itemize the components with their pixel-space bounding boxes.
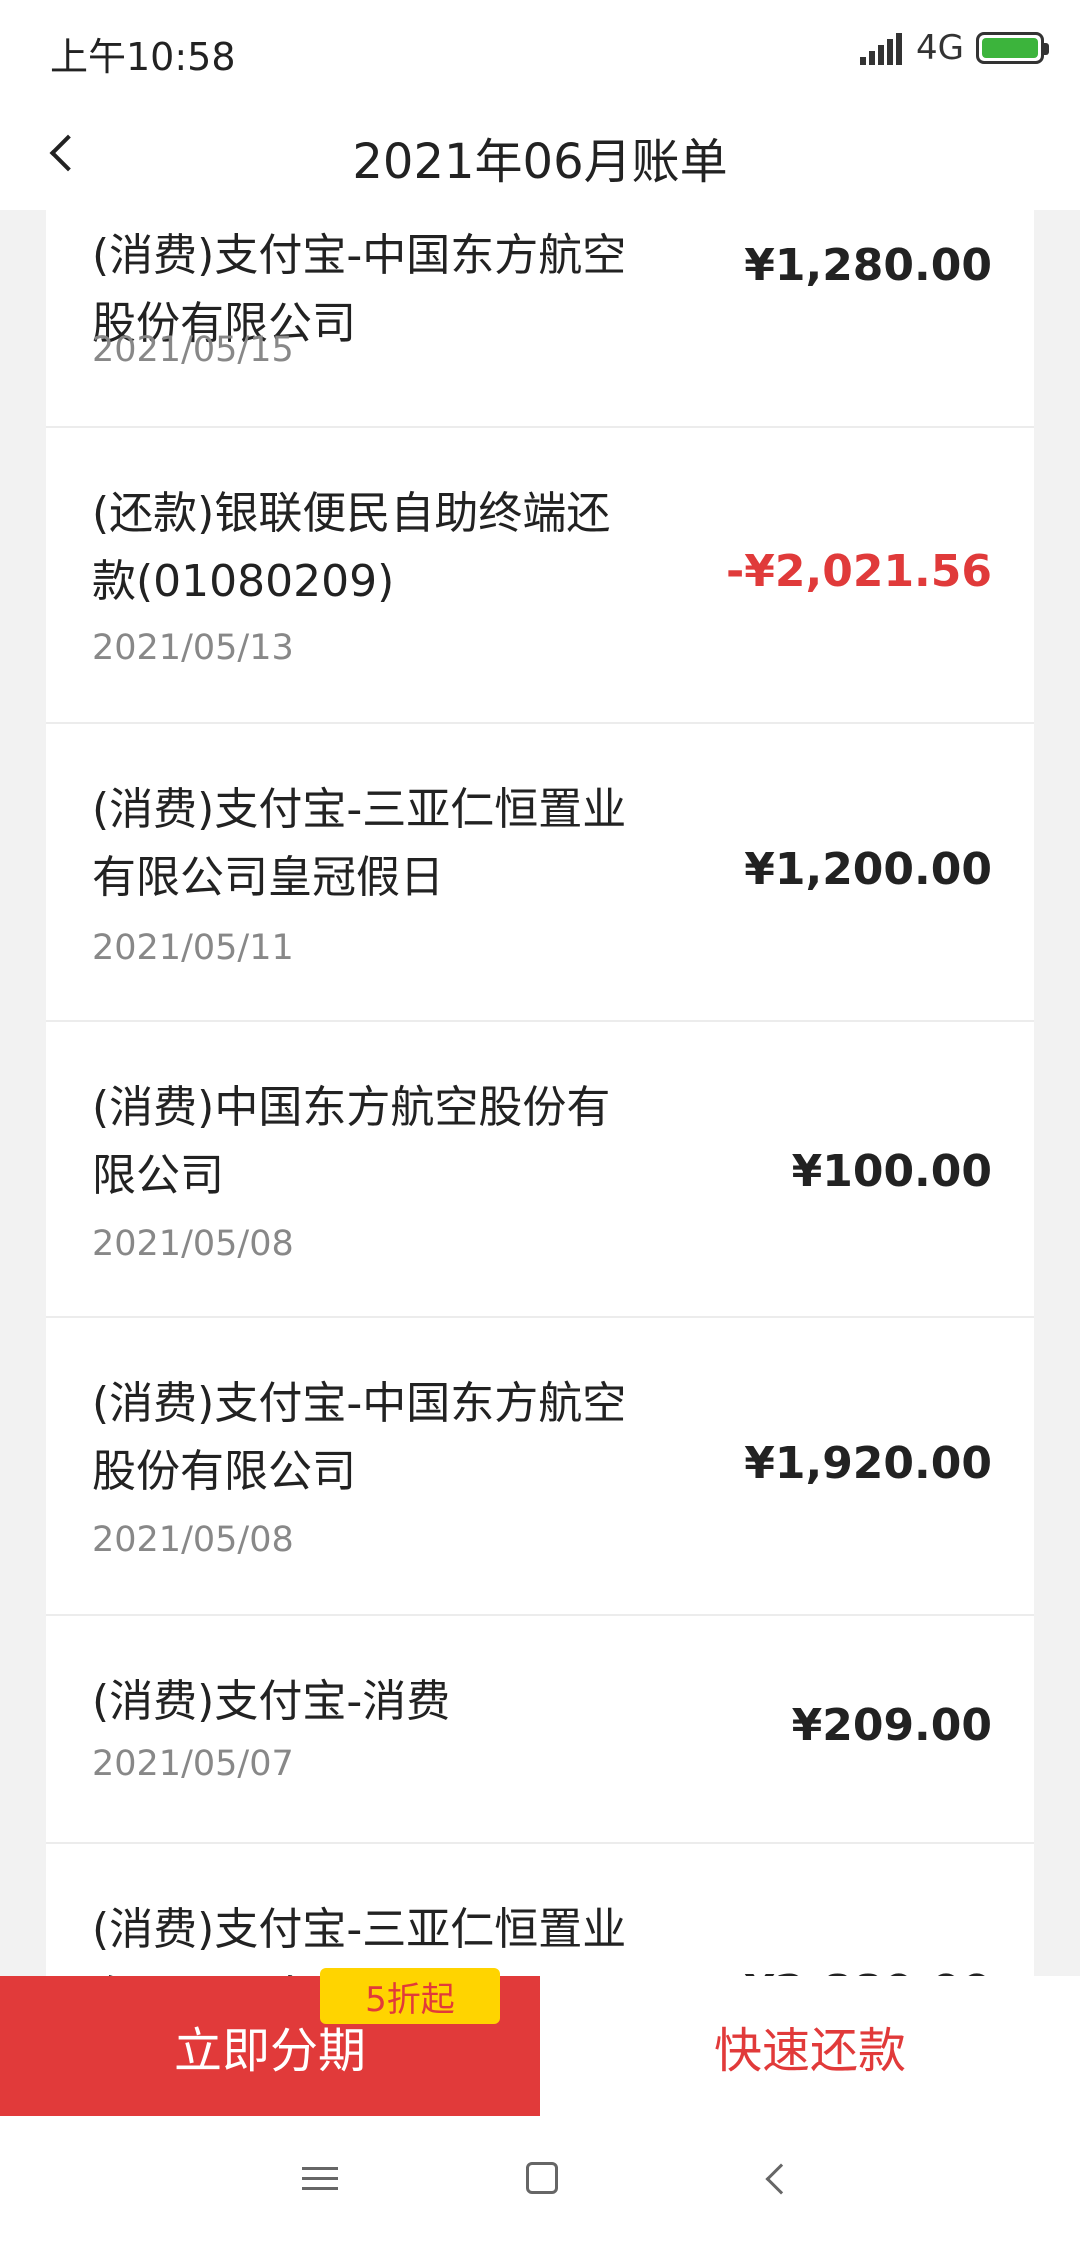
- bill-list-inner: (消费)支付宝-中国东方航空股份有限公司 2021/05/15 ¥1,280.00 (…: [46, 210, 1034, 1976]
- discount-badge: 5折起: [320, 1968, 500, 2024]
- bill-row[interactable]: (消费)支付宝-三亚仁恒置业有限公司皇冠假日 ¥2,880.00: [46, 1844, 1034, 1976]
- bill-date: 2021/05/08: [92, 1224, 294, 1264]
- bill-row[interactable]: (消费)支付宝-中国东方航空股份有限公司 2021/05/15 ¥1,280.00: [46, 210, 1034, 428]
- page-header: 2021年06月账单: [0, 96, 1080, 210]
- bill-description: (消费)支付宝-消费: [92, 1676, 451, 1727]
- action-bar: 立即分期 5折起 快速还款: [0, 1968, 1080, 2116]
- bill-amount: ¥209.00: [791, 1700, 992, 1751]
- bill-amount: ¥100.00: [791, 1146, 992, 1197]
- bill-date: 2021/05/07: [92, 1744, 294, 1784]
- bill-description: (消费)中国东方航空股份有限公司: [92, 1082, 611, 1201]
- bill-description: (消费)支付宝-三亚仁恒置业有限公司皇冠假日: [92, 1904, 627, 1976]
- bill-amount: -¥2,021.56: [726, 546, 992, 597]
- bill-description: (消费)支付宝-中国东方航空股份有限公司: [92, 1378, 627, 1497]
- bill-row[interactable]: (消费)支付宝-三亚仁恒置业有限公司皇冠假日 2021/05/11 ¥1,200.0…: [46, 724, 1034, 1022]
- bill-date: 2021/05/13: [92, 628, 294, 668]
- status-icons: 4G: [860, 26, 1049, 70]
- page-title: 2021年06月账单: [352, 134, 728, 190]
- bill-row[interactable]: (消费)支付宝-消费 2021/05/07 ¥209.00: [46, 1616, 1034, 1844]
- quick-repay-label: 快速还款: [713, 2023, 906, 2079]
- quick-repay-button[interactable]: 快速还款: [540, 1976, 1080, 2116]
- signal-icon: [860, 31, 904, 65]
- menu-icon[interactable]: [300, 2160, 340, 2200]
- bill-row[interactable]: (消费)中国东方航空股份有限公司 2021/05/08 ¥100.00: [46, 1022, 1034, 1318]
- bill-list[interactable]: (消费)支付宝-中国东方航空股份有限公司 2021/05/15 ¥1,280.00 (…: [0, 210, 1080, 1976]
- bill-row[interactable]: (消费)支付宝-中国东方航空股份有限公司 2021/05/08 ¥1,920.00: [46, 1318, 1034, 1616]
- bill-amount: ¥1,280.00: [744, 240, 992, 291]
- bill-amount: ¥2,880.00: [744, 1966, 992, 1976]
- bill-amount: ¥1,920.00: [744, 1438, 992, 1489]
- home-square-icon[interactable]: [526, 2162, 558, 2194]
- status-time: 上午10:58: [50, 35, 236, 79]
- bill-description: (还款)银联便民自助终端还款(01080209): [92, 488, 611, 607]
- bill-row[interactable]: (还款)银联便民自助终端还款(01080209) 2021/05/13 -¥2,02…: [46, 428, 1034, 724]
- bill-date: 2021/05/08: [92, 1520, 294, 1560]
- bill-date: 2021/05/11: [92, 928, 294, 968]
- back-chevron-icon[interactable]: [758, 2160, 798, 2200]
- network-type-label: 4G: [916, 28, 964, 68]
- battery-charging-icon: [976, 32, 1049, 64]
- system-nav-bar: [0, 2116, 1080, 2248]
- bill-amount: ¥1,200.00: [744, 844, 992, 895]
- status-bar: 上午10:58 4G: [0, 0, 1080, 96]
- bill-description: (消费)支付宝-三亚仁恒置业有限公司皇冠假日: [92, 784, 627, 903]
- bill-date: 2021/05/15: [92, 330, 294, 370]
